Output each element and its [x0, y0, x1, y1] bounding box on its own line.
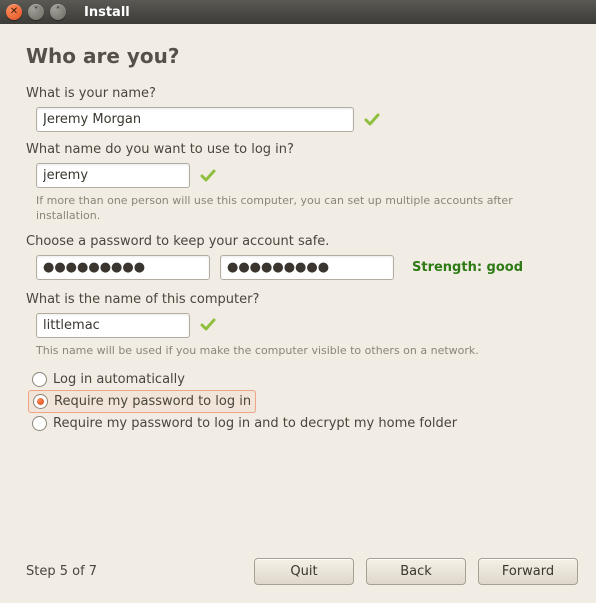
check-icon [364, 112, 380, 128]
radio-icon [32, 416, 47, 431]
radio-label: Require my password to log in and to dec… [53, 416, 457, 431]
password-input[interactable] [36, 255, 210, 280]
check-icon [200, 168, 216, 184]
quit-button[interactable]: Quit [254, 558, 354, 585]
page-title: Who are you? [26, 44, 578, 68]
computer-label: What is the name of this computer? [26, 292, 578, 307]
radio-login-auto[interactable]: Log in automatically [28, 369, 578, 390]
forward-button[interactable]: Forward [478, 558, 578, 585]
password-label: Choose a password to keep your account s… [26, 234, 578, 249]
computer-name-input[interactable] [36, 313, 190, 338]
titlebar: ✕ ˅ ˄ Install [0, 0, 596, 24]
username-hint: If more than one person will use this co… [36, 194, 556, 224]
computer-hint: This name will be used if you make the c… [36, 344, 556, 359]
radio-label: Log in automatically [53, 372, 185, 387]
radio-icon [33, 394, 48, 409]
window-title: Install [84, 5, 130, 20]
step-indicator: Step 5 of 7 [26, 564, 97, 579]
password-confirm-input[interactable] [220, 255, 394, 280]
close-icon[interactable]: ✕ [6, 4, 22, 20]
installer-body: Who are you? What is your name? What nam… [0, 24, 596, 603]
maximize-icon[interactable]: ˄ [50, 4, 66, 20]
radio-label: Require my password to log in [54, 394, 251, 409]
radio-login-encrypt[interactable]: Require my password to log in and to dec… [28, 413, 578, 434]
radio-icon [32, 372, 47, 387]
login-options: Log in automatically Require my password… [28, 369, 578, 434]
password-strength: Strength: good [412, 260, 523, 275]
check-icon [200, 317, 216, 333]
minimize-icon[interactable]: ˅ [28, 4, 44, 20]
name-input[interactable] [36, 107, 354, 132]
footer: Step 5 of 7 Quit Back Forward [26, 558, 578, 585]
username-input[interactable] [36, 163, 190, 188]
back-button[interactable]: Back [366, 558, 466, 585]
radio-login-require[interactable]: Require my password to log in [28, 390, 256, 413]
name-label: What is your name? [26, 86, 578, 101]
username-label: What name do you want to use to log in? [26, 142, 578, 157]
